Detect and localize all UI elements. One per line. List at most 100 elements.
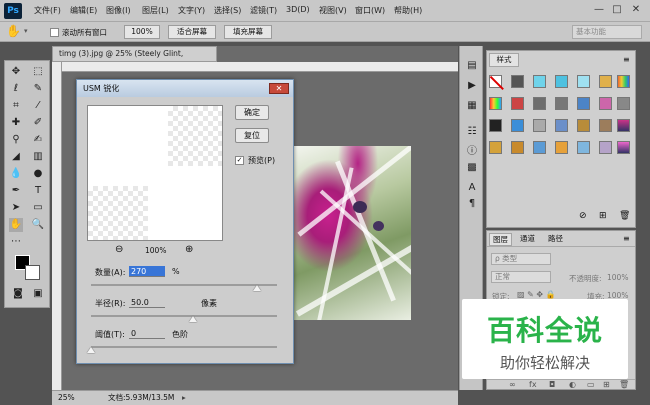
status-arrow-icon[interactable]: ▸ <box>182 391 186 404</box>
swatches-icon[interactable]: ▩ <box>466 162 478 174</box>
style-swatch[interactable] <box>511 97 524 110</box>
style-swatch[interactable] <box>489 119 502 132</box>
style-swatch[interactable] <box>617 75 630 88</box>
menu-image[interactable]: 图像(I) <box>106 5 131 16</box>
minimize-icon[interactable]: — <box>592 3 606 17</box>
pen-tool-icon[interactable]: ✒ <box>9 184 23 198</box>
preview-zoom-in-icon[interactable]: ⊕ <box>185 244 193 255</box>
style-swatch[interactable] <box>599 75 612 88</box>
adjustments-icon[interactable]: ▦ <box>466 100 478 112</box>
radius-slider-track[interactable] <box>91 315 277 317</box>
reset-button[interactable]: 复位 <box>235 128 269 143</box>
hand-tool-icon[interactable]: ✋ <box>6 24 21 38</box>
style-swatch[interactable] <box>577 119 590 132</box>
style-swatch[interactable] <box>617 97 630 110</box>
layer-style-fx-icon[interactable]: fx <box>529 380 537 389</box>
gradient-tool-icon[interactable]: ▥ <box>31 150 45 164</box>
style-swatch[interactable] <box>489 97 502 110</box>
style-swatch[interactable] <box>599 119 612 132</box>
style-swatch[interactable] <box>533 97 546 110</box>
healing-tool-icon[interactable]: ✚ <box>9 116 23 130</box>
actions-play-icon[interactable]: ▶ <box>466 80 478 92</box>
delete-layer-icon[interactable]: 🗑 <box>619 380 629 389</box>
new-layer-icon[interactable]: ⊞ <box>603 380 610 389</box>
style-swatch[interactable] <box>511 141 524 154</box>
amount-input[interactable]: 270 <box>129 266 165 277</box>
style-swatch[interactable] <box>577 75 590 88</box>
style-swatch-none[interactable] <box>489 75 504 90</box>
clear-style-icon[interactable]: ⊘ <box>579 211 587 221</box>
menu-view[interactable]: 视图(V) <box>319 5 347 16</box>
fill-screen-button[interactable]: 填充屏幕 <box>224 25 272 39</box>
menu-window[interactable]: 窗口(W) <box>355 5 385 16</box>
ok-button[interactable]: 确定 <box>235 105 269 120</box>
layers-panel-menu-icon[interactable]: ≡ <box>623 234 630 243</box>
style-swatch[interactable] <box>555 119 568 132</box>
history-brush-icon[interactable]: ✍ <box>31 133 45 147</box>
style-swatch[interactable] <box>555 75 568 88</box>
screen-mode-icon[interactable]: ▣ <box>31 287 45 301</box>
menu-layer[interactable]: 图层(L) <box>142 5 169 16</box>
brush-tool-icon[interactable]: ✐ <box>31 116 45 130</box>
opacity-value[interactable]: 100% <box>607 273 628 282</box>
menu-filter[interactable]: 滤镜(T) <box>250 5 277 16</box>
style-swatch[interactable] <box>511 119 524 132</box>
style-swatch[interactable] <box>555 141 568 154</box>
blur-tool-icon[interactable]: 💧 <box>9 167 23 181</box>
adjustment-layer-icon[interactable]: ◐ <box>569 380 576 389</box>
fit-screen-button[interactable]: 适合屏幕 <box>168 25 216 39</box>
new-group-icon[interactable]: ▭ <box>587 380 595 389</box>
document-tab[interactable]: timg (3).jpg @ 25% (Steely Glint, RGB/8#… <box>52 46 217 72</box>
style-swatch[interactable] <box>489 141 502 154</box>
amount-slider-track[interactable] <box>91 284 277 286</box>
close-window-icon[interactable]: ✕ <box>629 3 643 17</box>
style-swatch[interactable] <box>533 75 546 88</box>
style-swatch[interactable] <box>555 97 568 110</box>
new-style-icon[interactable]: ⊞ <box>599 211 607 221</box>
type-tool-icon[interactable]: T <box>31 184 45 198</box>
layer-kind-filter[interactable]: ρ 类型 <box>491 253 551 265</box>
threshold-slider-knob[interactable] <box>87 347 95 353</box>
quick-select-tool-icon[interactable]: ✎ <box>31 82 45 96</box>
info-icon[interactable]: ⓘ <box>466 146 478 158</box>
zoom-tool-icon[interactable]: 🔍 <box>31 218 45 232</box>
dialog-close-button[interactable]: ✕ <box>269 83 289 94</box>
status-zoom[interactable]: 25% <box>58 391 75 404</box>
tab-channels[interactable]: 通道 <box>517 233 538 246</box>
paragraph-icon[interactable]: ¶ <box>466 198 478 210</box>
tab-paths[interactable]: 路径 <box>545 233 566 246</box>
amount-slider-knob[interactable] <box>253 285 261 291</box>
maximize-icon[interactable]: □ <box>610 3 624 17</box>
style-swatch[interactable] <box>511 75 524 88</box>
add-mask-icon[interactable]: ◘ <box>549 380 555 389</box>
tab-styles[interactable]: 样式 <box>489 53 519 67</box>
style-swatch[interactable] <box>533 141 546 154</box>
menu-edit[interactable]: 编辑(E) <box>70 5 97 16</box>
zoom-100-button[interactable]: 100% <box>124 25 160 39</box>
tab-layers[interactable]: 图层 <box>489 233 512 246</box>
delete-style-icon[interactable]: 🗑 <box>619 211 630 221</box>
path-select-tool-icon[interactable]: ➤ <box>9 201 23 215</box>
menu-help[interactable]: 帮助(H) <box>394 5 422 16</box>
style-swatch[interactable] <box>533 119 546 132</box>
preview-checkbox[interactable]: ✓ <box>235 156 244 165</box>
dialog-preview-image[interactable] <box>87 105 223 241</box>
dodge-tool-icon[interactable]: ● <box>31 167 45 181</box>
menu-select[interactable]: 选择(S) <box>214 5 241 16</box>
menu-file[interactable]: 文件(F) <box>34 5 61 16</box>
style-swatch[interactable] <box>577 141 590 154</box>
workspace-select[interactable]: 基本功能 <box>572 25 642 39</box>
eraser-tool-icon[interactable]: ◢ <box>9 150 23 164</box>
tool-preset-chevron-icon[interactable]: ▾ <box>24 27 28 35</box>
lock-icons[interactable]: ▨ ✎ ✥ 🔒 <box>517 290 556 299</box>
preview-zoom-out-icon[interactable]: ⊖ <box>115 244 123 255</box>
canvas-image-flowers[interactable] <box>293 146 411 320</box>
menu-type[interactable]: 文字(Y) <box>178 5 205 16</box>
radius-input[interactable]: 50.0 <box>129 297 165 308</box>
style-swatch[interactable] <box>577 97 590 110</box>
extra-tools-icon[interactable]: ⋯ <box>9 235 23 249</box>
threshold-input[interactable]: 0 <box>129 328 165 339</box>
move-tool-icon[interactable]: ✥ <box>9 65 23 79</box>
stamp-tool-icon[interactable]: ⚲ <box>9 133 23 147</box>
lasso-tool-icon[interactable]: ℓ <box>9 82 23 96</box>
